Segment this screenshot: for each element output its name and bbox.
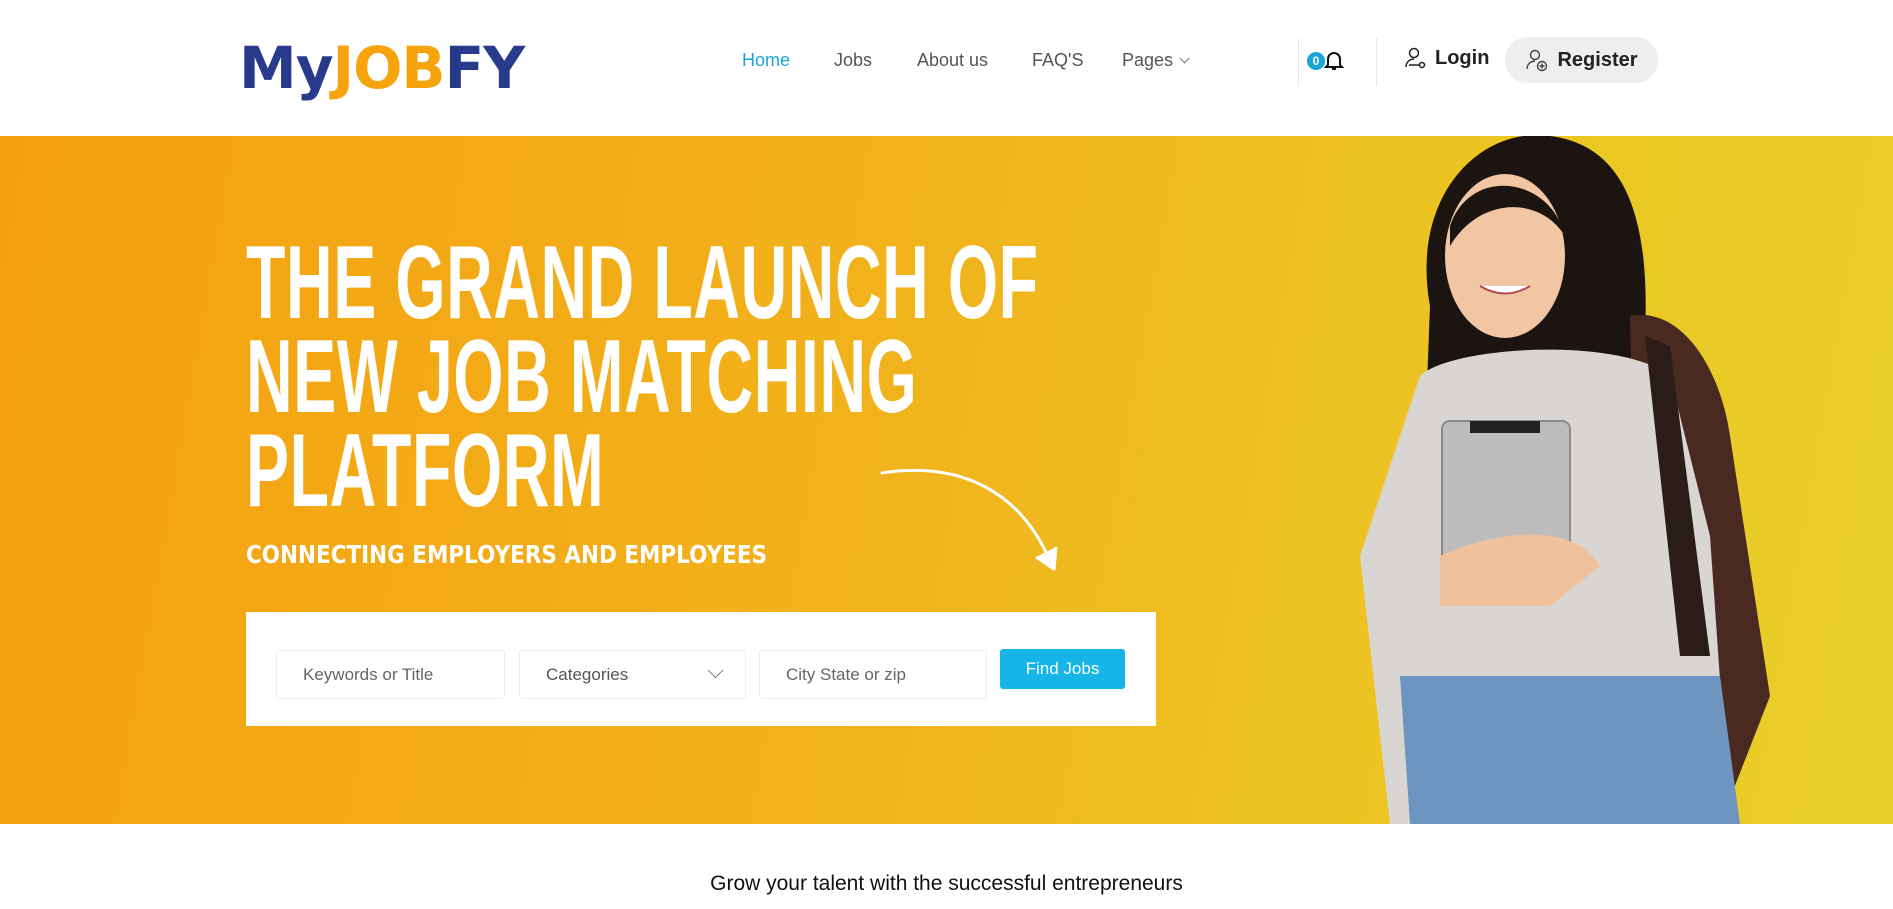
- chevron-down-icon: [1179, 53, 1190, 64]
- categories-select[interactable]: Categories: [519, 650, 746, 699]
- find-jobs-button[interactable]: Find Jobs: [1000, 649, 1125, 689]
- register-label: Register: [1557, 48, 1638, 71]
- curved-arrow-icon: [880, 468, 1058, 571]
- bell-icon[interactable]: [1322, 48, 1346, 72]
- user-key-icon: [1405, 47, 1426, 69]
- chevron-down-icon: [707, 662, 724, 679]
- logo[interactable]: MyJOBFY: [239, 34, 525, 102]
- categories-selected: Categories: [546, 665, 629, 684]
- student-woman-photo: [1360, 136, 1770, 824]
- register-button[interactable]: Register: [1505, 37, 1658, 83]
- divider: [1376, 38, 1377, 86]
- job-search-form: Keywords or Title Categories City State …: [246, 612, 1156, 726]
- keywords-input[interactable]: Keywords or Title: [276, 650, 505, 699]
- login-button[interactable]: Login: [1403, 46, 1489, 70]
- nav-home[interactable]: Home: [742, 50, 790, 71]
- hero-title-line: NEW JOB MATCHING: [246, 319, 918, 435]
- section-tagline: Grow your talent with the successful ent…: [710, 872, 1183, 895]
- site-header: MyJOBFY Home Jobs About us FAQ'S Pages 0…: [0, 0, 1893, 136]
- hero-subtitle: CONNECTING EMPLOYERS AND EMPLOYEES: [246, 540, 768, 569]
- nav-about-us[interactable]: About us: [917, 50, 988, 71]
- hero-banner: THE GRAND LAUNCH OF NEW JOB MATCHING PLA…: [0, 136, 1893, 824]
- location-input[interactable]: City State or zip: [759, 650, 987, 699]
- divider: [1298, 38, 1299, 86]
- nav-pages-label: Pages: [1122, 50, 1174, 70]
- user-add-icon: [1526, 49, 1548, 72]
- login-label: Login: [1435, 46, 1490, 69]
- nav-pages[interactable]: Pages: [1122, 50, 1190, 71]
- hero-title-line: THE GRAND LAUNCH OF: [246, 225, 1039, 341]
- nav-jobs[interactable]: Jobs: [834, 50, 872, 71]
- nav-faqs[interactable]: FAQ'S: [1032, 50, 1083, 71]
